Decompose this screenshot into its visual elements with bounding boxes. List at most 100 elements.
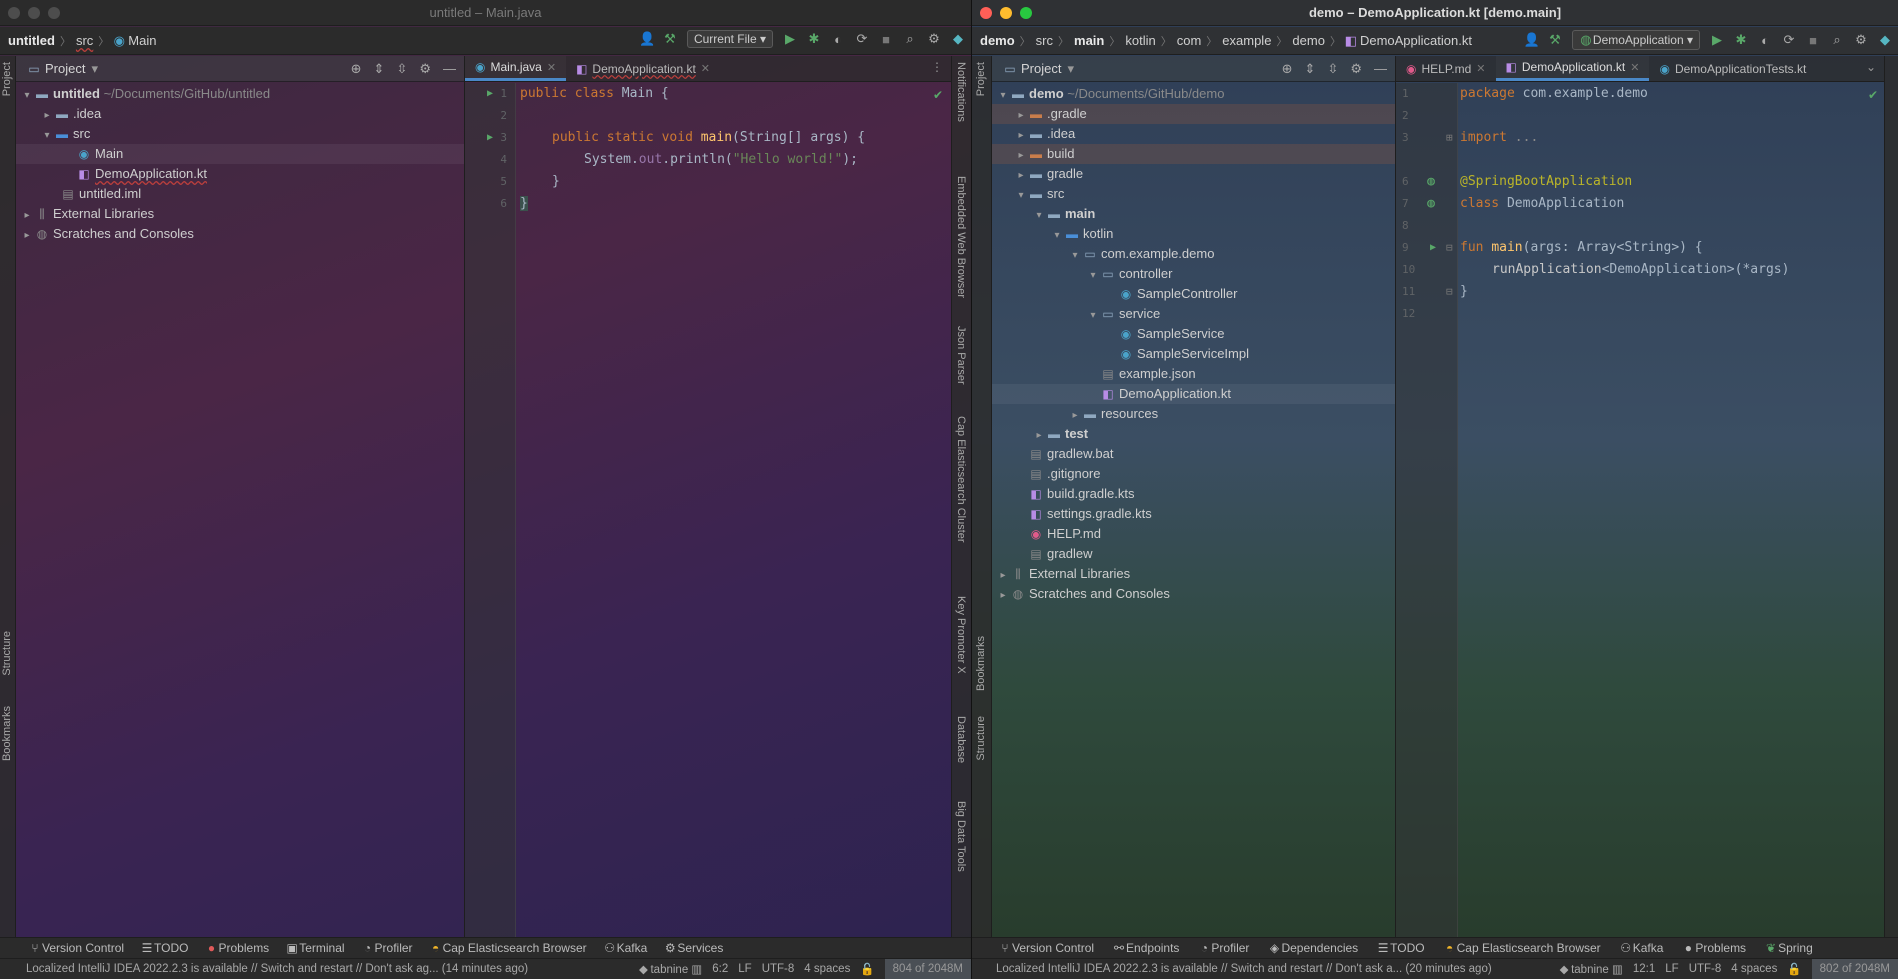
- expand-all-icon[interactable]: ⇕: [374, 61, 385, 77]
- collapsed-arrow-icon[interactable]: ▸: [1068, 406, 1082, 426]
- tree-item[interactable]: ▾ ▬ src: [16, 124, 464, 144]
- run-configuration-select[interactable]: Current File ▾: [686, 30, 773, 48]
- collapsed-arrow-icon[interactable]: ▸: [1014, 146, 1028, 166]
- breadcrumb-item[interactable]: src: [1034, 33, 1055, 48]
- jetbrains-logo-icon[interactable]: ◆: [1878, 32, 1892, 48]
- expanded-arrow-icon[interactable]: ▾: [1050, 226, 1064, 246]
- locate-icon[interactable]: ⊕: [1282, 61, 1293, 77]
- indent-setting[interactable]: 4 spaces: [1731, 963, 1777, 975]
- tree-item[interactable]: ◧ settings.gradle.kts: [992, 504, 1395, 524]
- tree-item[interactable]: ◉ SampleService: [992, 324, 1395, 344]
- coverage-icon[interactable]: ◐: [831, 32, 845, 47]
- collapsed-arrow-icon[interactable]: ▸: [40, 106, 54, 126]
- fold-icon[interactable]: ⊟: [1446, 237, 1453, 259]
- kafka-tool-button[interactable]: ⚇ Kafka: [603, 941, 647, 955]
- collapsed-arrow-icon[interactable]: ▸: [20, 226, 34, 246]
- expanded-arrow-icon[interactable]: ▾: [20, 86, 34, 106]
- dependencies-tool-button[interactable]: ◈ Dependencies: [1267, 941, 1358, 955]
- debug-icon[interactable]: ✱: [1734, 32, 1748, 48]
- collapsed-arrow-icon[interactable]: ▸: [996, 586, 1010, 606]
- tree-item[interactable]: ▾ ▭ service: [992, 304, 1395, 324]
- breadcrumb-src[interactable]: src: [74, 33, 95, 48]
- inspection-ok-icon[interactable]: ✔: [1868, 88, 1878, 102]
- panel-settings-icon[interactable]: ⚙: [419, 61, 431, 77]
- tab-demoapplication-kt[interactable]: ◧ DemoApplication.kt ✕: [1495, 56, 1650, 81]
- todo-tool-button[interactable]: ☰ TODO: [1376, 941, 1425, 955]
- json-parser-tool-button[interactable]: Json Parser: [955, 326, 967, 385]
- tree-item[interactable]: ◧ DemoApplication.kt: [992, 384, 1395, 404]
- collapsed-arrow-icon[interactable]: ▸: [1014, 166, 1028, 186]
- breadcrumb-item[interactable]: demo: [1290, 33, 1327, 48]
- collapsed-arrow-icon[interactable]: ▸: [1014, 106, 1028, 126]
- project-tool-button[interactable]: Project: [975, 62, 987, 96]
- tree-item[interactable]: ▤ untitled.iml: [16, 184, 464, 204]
- code-area[interactable]: package com.example.demo import ... @Spr…: [1460, 83, 1884, 937]
- tree-item[interactable]: ▸ ◍ Scratches and Consoles: [16, 224, 464, 244]
- minimize-window-button[interactable]: [28, 7, 40, 19]
- tree-item[interactable]: ▸ ▬ .gradle: [992, 104, 1395, 124]
- services-tool-button[interactable]: ⚙ Services: [663, 941, 723, 955]
- expanded-arrow-icon[interactable]: ▾: [1086, 306, 1100, 326]
- tree-item[interactable]: ▾ ▬ kotlin: [992, 224, 1395, 244]
- expanded-arrow-icon[interactable]: ▾: [1014, 186, 1028, 206]
- elasticsearch-browser-tool-button[interactable]: ◓ Cap Elasticsearch Browser: [1443, 941, 1601, 955]
- close-tab-icon[interactable]: ✕: [701, 62, 710, 75]
- indent-setting[interactable]: 4 spaces: [804, 963, 850, 975]
- close-tab-icon[interactable]: ✕: [547, 61, 556, 74]
- chevron-down-icon[interactable]: ⌄: [1858, 56, 1884, 81]
- tree-item[interactable]: ◧ DemoApplication.kt: [16, 164, 464, 184]
- settings-gear-icon[interactable]: ⚙: [927, 31, 941, 47]
- tree-item[interactable]: ▸ ▬ .idea: [992, 124, 1395, 144]
- tree-item[interactable]: ▸ ▬ gradle: [992, 164, 1395, 184]
- expand-all-icon[interactable]: ⇕: [1305, 61, 1316, 77]
- more-actions-icon[interactable]: ⋮: [923, 56, 951, 81]
- zoom-window-button[interactable]: [1020, 7, 1032, 19]
- collapsed-arrow-icon[interactable]: ▸: [1014, 126, 1028, 146]
- todo-tool-button[interactable]: ☰ TODO: [140, 941, 189, 955]
- tabnine-widget[interactable]: ◆ tabnine ▥: [636, 962, 702, 976]
- spring-tool-button[interactable]: ❦ Spring: [1764, 941, 1813, 955]
- coverage-icon[interactable]: ◐: [1758, 33, 1772, 48]
- tree-item[interactable]: ▾ ▬ src: [992, 184, 1395, 204]
- collapsed-arrow-icon[interactable]: ▸: [1032, 426, 1046, 446]
- stop-icon[interactable]: ■: [879, 32, 893, 47]
- profiler-icon[interactable]: ⟳: [1782, 32, 1796, 48]
- search-icon[interactable]: ⌕: [1830, 32, 1844, 48]
- project-panel-title[interactable]: Project: [1021, 61, 1061, 76]
- expanded-arrow-icon[interactable]: ▾: [1068, 246, 1082, 266]
- tree-item[interactable]: ▸ ◍ Scratches and Consoles: [992, 584, 1395, 604]
- search-icon[interactable]: ⌕: [903, 31, 917, 47]
- hide-panel-icon[interactable]: —: [1374, 61, 1387, 77]
- run-icon[interactable]: ▶: [1710, 32, 1724, 48]
- account-icon[interactable]: 👤: [639, 31, 655, 47]
- structure-tool-button[interactable]: Structure: [975, 716, 987, 761]
- database-tool-button[interactable]: Database: [955, 716, 967, 763]
- locate-icon[interactable]: ⊕: [351, 61, 362, 77]
- breadcrumb-main[interactable]: Main: [126, 33, 158, 48]
- collapsed-arrow-icon[interactable]: ▸: [996, 566, 1010, 586]
- run-icon[interactable]: ▶: [783, 31, 797, 47]
- tab-help-md[interactable]: ◉ HELP.md ✕: [1396, 56, 1496, 81]
- breadcrumb-item[interactable]: kotlin: [1123, 33, 1157, 48]
- profiler-icon[interactable]: ⟳: [855, 31, 869, 47]
- run-gutter-icon[interactable]: ▶: [483, 127, 497, 149]
- project-tool-button[interactable]: Project: [1, 62, 13, 96]
- status-message[interactable]: Localized IntelliJ IDEA 2022.2.3 is avai…: [26, 963, 528, 975]
- version-control-tool-button[interactable]: ⑂ Version Control: [998, 941, 1094, 955]
- stop-icon[interactable]: ■: [1806, 33, 1820, 48]
- close-tab-icon[interactable]: ✕: [1476, 62, 1485, 75]
- collapse-all-icon[interactable]: ⇳: [396, 61, 407, 77]
- line-separator[interactable]: LF: [738, 963, 751, 975]
- close-window-button[interactable]: [8, 7, 20, 19]
- minimize-window-button[interactable]: [1000, 7, 1012, 19]
- tab-main-java[interactable]: ◉ Main.java ✕: [465, 56, 567, 81]
- tree-item[interactable]: ▤ .gitignore: [992, 464, 1395, 484]
- kafka-tool-button[interactable]: ⚇ Kafka: [1619, 941, 1663, 955]
- notifications-tool-button[interactable]: Notifications: [955, 62, 967, 122]
- elasticsearch-browser-tool-button[interactable]: ◓ Cap Elasticsearch Browser: [429, 941, 587, 955]
- tree-item[interactable]: ▾ ▬ demo ~/Documents/GitHub/demo: [992, 84, 1395, 104]
- run-gutter-icon[interactable]: ▶: [1426, 237, 1440, 259]
- embedded-browser-tool-button[interactable]: Embedded Web Browser: [955, 176, 967, 298]
- memory-indicator[interactable]: 804 of 2048M: [884, 958, 971, 979]
- bookmarks-tool-button[interactable]: Bookmarks: [975, 636, 987, 691]
